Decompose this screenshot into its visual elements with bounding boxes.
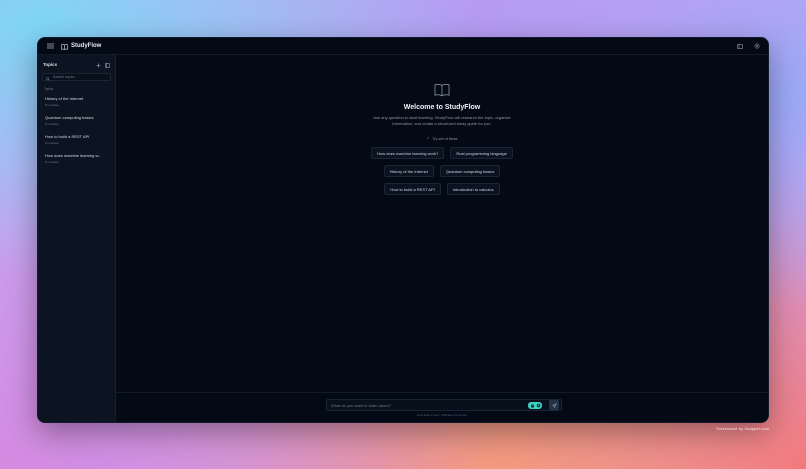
sparkle-icon <box>426 136 430 141</box>
suggestion-chip[interactable]: How does machine learning work? <box>371 147 445 159</box>
open-book-icon <box>61 38 68 55</box>
lock-icon <box>530 403 534 407</box>
sidebar-title: Topics <box>43 61 58 67</box>
sidebar-icon[interactable] <box>105 55 110 73</box>
composer-hint: Press Enter to send · Shift+Enter for ne… <box>416 414 468 417</box>
sidebar-item-title: History of the Internet <box>45 96 84 101</box>
top-bar: StudyFlow <box>38 38 768 55</box>
sidebar-item-quantum[interactable]: Quantum computing basics 5 modules <box>38 112 115 129</box>
extension-badge[interactable] <box>528 401 542 409</box>
sidebar-item-subtitle: 5 modules <box>45 103 59 107</box>
brand[interactable]: StudyFlow <box>61 38 102 55</box>
sidebar-item-machine-learning[interactable]: How does machine learning w... 5 modules <box>38 150 115 167</box>
send-button[interactable] <box>549 400 559 410</box>
plus-icon[interactable] <box>96 55 101 73</box>
sidebar-item-subtitle: 5 modules <box>45 160 59 164</box>
app-title: StudyFlow <box>71 43 102 49</box>
suggestion-chips: How does machine learning work? Rust pro… <box>116 147 768 195</box>
composer[interactable] <box>326 399 562 411</box>
suggestion-chip[interactable]: Quantum computing basics <box>439 165 501 177</box>
try-label: Try one of these <box>432 136 458 141</box>
send-icon <box>551 402 557 408</box>
sidebar-item-rest-api[interactable]: How to build a REST API 5 modules <box>38 131 115 148</box>
sidebar-item-title: How to build a REST API <box>45 134 90 139</box>
sidebar-item-title: Quantum computing basics <box>45 115 94 120</box>
suggestion-chip[interactable]: History of the Internet <box>383 165 434 177</box>
suggestion-chip[interactable]: How to build a REST API <box>384 183 441 195</box>
composer-area: Press Enter to send · Shift+Enter for ne… <box>116 392 768 422</box>
main-panel: Welcome to StudyFlow Ask any question to… <box>116 55 768 422</box>
menu-icon[interactable] <box>44 40 56 52</box>
sidebar-item-title: How does machine learning w... <box>45 153 102 158</box>
welcome-title: Welcome to StudyFlow <box>403 104 481 111</box>
search-icon <box>46 68 50 86</box>
suggestion-chip[interactable]: Rust programming language <box>450 147 513 159</box>
sidebar-search[interactable] <box>42 73 111 81</box>
sidebar-item-subtitle: 5 modules <box>45 122 59 126</box>
suggestion-chip[interactable]: Introduction to calculus <box>446 183 500 195</box>
watermark: Screenshot by Xnapper.com <box>716 427 769 431</box>
open-book-icon <box>116 83 768 97</box>
gear-icon[interactable] <box>751 40 763 52</box>
sidebar-item-subtitle: 5 modules <box>45 141 59 145</box>
eye-icon <box>536 403 540 407</box>
divider <box>499 422 562 423</box>
welcome-panel: Welcome to StudyFlow Ask any question to… <box>116 83 768 195</box>
sidebar-item-history-internet[interactable]: History of the Internet 5 modules <box>38 93 115 110</box>
panel-icon[interactable] <box>734 40 746 52</box>
try-label-row: Try one of these <box>116 136 768 141</box>
prompt-input[interactable] <box>331 403 511 408</box>
search-input[interactable] <box>53 75 107 79</box>
sidebar: Topics Topics History of the Internet 5 … <box>38 55 116 422</box>
app-window: StudyFlow Topics Search topics... Topics… <box>37 37 769 423</box>
welcome-description: Ask any question to start learning. Stud… <box>373 115 511 126</box>
